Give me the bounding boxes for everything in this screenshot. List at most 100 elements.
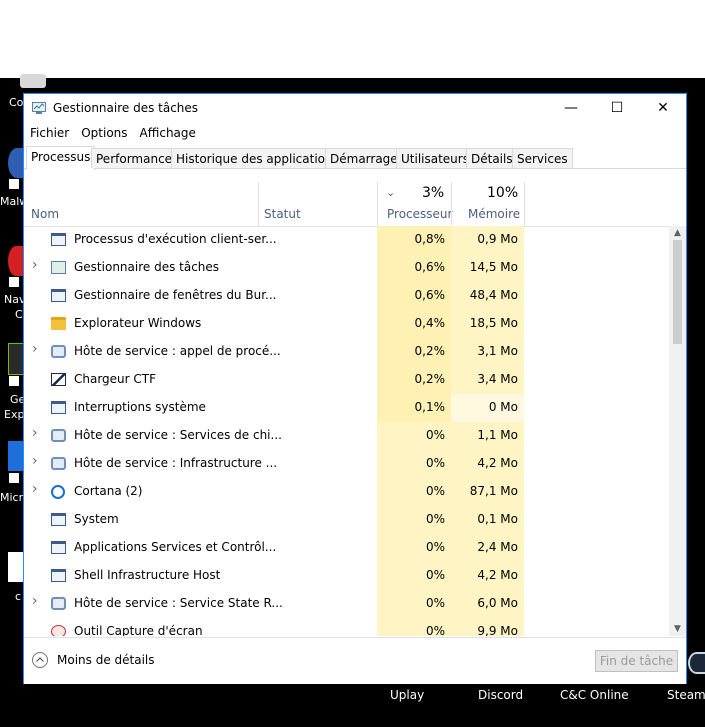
close-icon: ✕ (657, 100, 669, 116)
process-memory: 9,9 Mo (451, 618, 524, 636)
column-divider[interactable] (258, 182, 259, 226)
process-name: Processus d'exécution client-ser... (74, 232, 277, 246)
table-row[interactable]: Shell Infrastructure Host 0% 4,2 Mo (24, 562, 669, 590)
task-manager-window: Gestionnaire des tâches — ☐ ✕ Fichier Op… (23, 93, 687, 684)
process-list: Processus d'exécution client-ser... 0,8% 0… (24, 226, 669, 636)
column-divider[interactable] (524, 182, 525, 226)
process-memory: 0,9 Mo (451, 226, 524, 254)
column-cpu-header[interactable]: Processeur (387, 207, 452, 221)
process-name: Hôte de service : appel de procé... (74, 344, 281, 358)
menu-affichage[interactable]: Affichage (134, 124, 202, 144)
process-cpu: 0% (377, 562, 451, 590)
table-row[interactable]: Gestionnaire de fenêtres du Bur... 0,6% 48… (24, 282, 669, 310)
process-memory: 18,5 Mo (451, 310, 524, 338)
process-cpu: 0% (377, 618, 451, 636)
tab-utilisateurs[interactable]: Utilisateurs (396, 148, 474, 168)
process-cpu: 0,6% (377, 254, 451, 282)
process-memory: 0 Mo (451, 394, 524, 422)
close-button[interactable]: ✕ (640, 94, 686, 122)
desktop-icon-navigator[interactable] (8, 246, 24, 276)
process-cpu: 0% (377, 534, 451, 562)
expand-chevron-icon[interactable]: › (32, 425, 38, 441)
process-cpu: 0% (377, 478, 451, 506)
process-memory: 48,4 Mo (451, 282, 524, 310)
expand-chevron-icon[interactable]: › (32, 593, 38, 609)
minimize-icon: — (564, 100, 578, 116)
process-cpu: 0,4% (377, 310, 451, 338)
window-icon (51, 569, 66, 582)
desktop-icon-label: Exp (4, 408, 25, 421)
scroll-up-icon[interactable]: ▲ (669, 226, 686, 240)
table-row[interactable]: Processus d'exécution client-ser... 0,8% 0… (24, 226, 669, 254)
desktop-icon-microsoft[interactable] (8, 441, 24, 471)
table-row[interactable]: Outil Capture d'écran 0% 9,9 Mo (24, 618, 669, 636)
desktop-icon-discord[interactable]: Discord (478, 688, 523, 702)
less-details-link[interactable]: Moins de détails (57, 653, 155, 667)
table-row[interactable]: Applications Services et Contrôl... 0% 2,4… (24, 534, 669, 562)
process-memory: 2,4 Mo (451, 534, 524, 562)
process-memory: 4,2 Mo (451, 450, 524, 478)
desktop-icon-document[interactable] (8, 552, 23, 582)
process-name: System (74, 512, 119, 526)
column-name-header[interactable]: Nom (31, 207, 59, 221)
desktop-icon-label: C (15, 308, 23, 321)
tab-performance[interactable]: Performance (91, 148, 178, 168)
table-row[interactable]: › Hôte de service : appel de procé... 0,2%… (24, 338, 669, 366)
tab-historique[interactable]: Historique des applications (171, 148, 344, 168)
expand-chevron-icon[interactable]: › (32, 341, 38, 357)
expand-chevron-icon[interactable]: › (32, 481, 38, 497)
process-name: Outil Capture d'écran (74, 624, 203, 636)
menu-fichier[interactable]: Fichier (24, 124, 75, 144)
shortcut-arrow-icon (9, 376, 19, 386)
column-header: Nom Statut ⌄ 3% Processeur 10% Mémoire (24, 182, 686, 227)
table-row[interactable]: Explorateur Windows 0,4% 18,5 Mo (24, 310, 669, 338)
process-cpu: 0% (377, 590, 451, 618)
table-row[interactable]: Interruptions système 0,1% 0 Mo (24, 394, 669, 422)
window-icon (51, 401, 66, 414)
desktop-icon-cnc-online[interactable]: C&C Online (560, 688, 629, 702)
column-memory-header[interactable]: Mémoire (468, 207, 520, 221)
desktop-icon-steam[interactable]: Steam (667, 688, 705, 702)
desktop-icon-thumb[interactable] (20, 74, 46, 88)
process-memory: 6,0 Mo (451, 590, 524, 618)
end-task-button[interactable]: Fin de tâche (595, 650, 678, 672)
process-name: Hôte de service : Service State R... (74, 596, 283, 610)
process-name: Gestionnaire de fenêtres du Bur... (74, 288, 277, 302)
footer: Moins de détails Fin de tâche (24, 637, 686, 684)
folder-icon (51, 317, 66, 330)
minimize-button[interactable]: — (548, 94, 594, 122)
process-memory: 87,1 Mo (451, 478, 524, 506)
tab-processus[interactable]: Processus (26, 146, 96, 170)
scrollbar-thumb[interactable] (673, 240, 682, 344)
table-row[interactable]: › Hôte de service : Infrastructure ... 0% 4… (24, 450, 669, 478)
tab-details[interactable]: Détails (466, 148, 518, 168)
vertical-scrollbar[interactable]: ▲ ▼ (669, 226, 686, 636)
menu-options[interactable]: Options (75, 124, 133, 144)
gear-icon (51, 457, 66, 470)
expand-chevron-icon[interactable]: › (32, 453, 38, 469)
collapse-details-icon[interactable] (32, 652, 48, 668)
process-memory: 3,4 Mo (451, 366, 524, 394)
column-status-header[interactable]: Statut (264, 207, 301, 221)
maximize-button[interactable]: ☐ (594, 94, 640, 122)
table-row[interactable]: › Hôte de service : Services de chi... 0% 1… (24, 422, 669, 450)
gear-icon (51, 597, 66, 610)
window-icon (51, 513, 66, 526)
column-divider[interactable] (377, 182, 378, 226)
table-row[interactable]: › Gestionnaire des tâches 0,6% 14,5 Mo (24, 254, 669, 282)
expand-chevron-icon[interactable]: › (32, 257, 38, 273)
tab-demarrage[interactable]: Démarrage (325, 148, 403, 168)
scroll-down-icon[interactable]: ▼ (669, 622, 686, 636)
title-bar[interactable]: Gestionnaire des tâches — ☐ ✕ (24, 94, 686, 122)
desktop-icon-uplay[interactable]: Uplay (390, 688, 424, 702)
table-row[interactable]: Chargeur CTF 0,2% 3,4 Mo (24, 366, 669, 394)
process-name: Interruptions système (74, 400, 206, 414)
gear-icon (51, 429, 66, 442)
table-row[interactable]: › Cortana (2) 0% 87,1 Mo (24, 478, 669, 506)
column-divider[interactable] (451, 182, 452, 226)
process-cpu: 0,1% (377, 394, 451, 422)
table-row[interactable]: › Hôte de service : Service State R... 0% 6… (24, 590, 669, 618)
sort-chevron-icon: ⌄ (386, 186, 396, 199)
table-row[interactable]: System 0% 0,1 Mo (24, 506, 669, 534)
tab-services[interactable]: Services (512, 148, 573, 168)
